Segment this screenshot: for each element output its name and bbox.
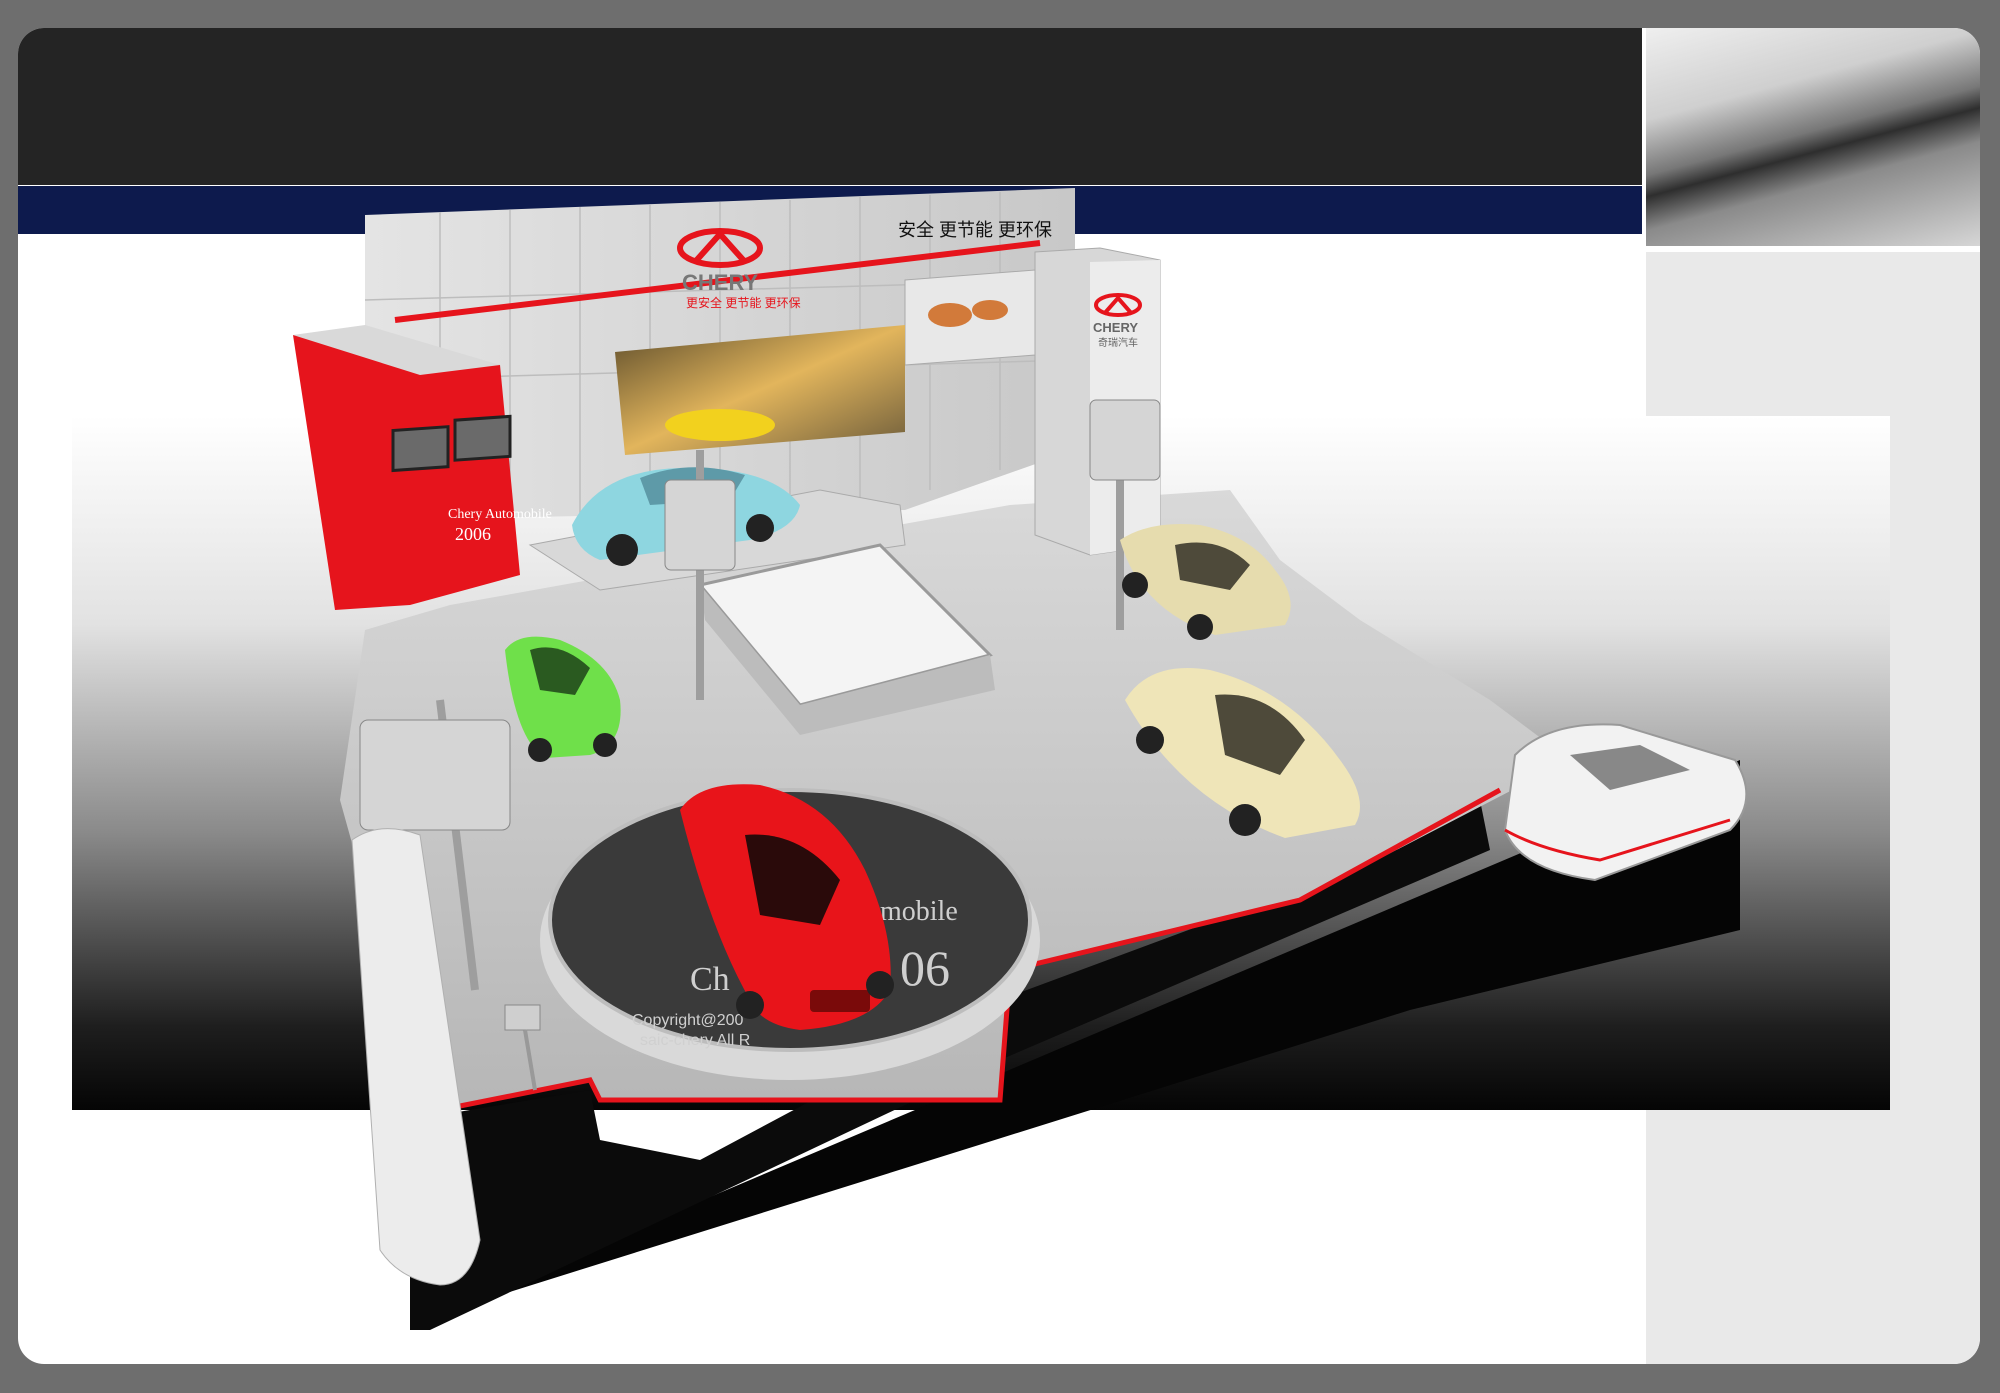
platform-text-1: Ch [690, 961, 730, 998]
booth-rendering: 安全 更节能 更环保 CHERY 更安全 更节能 更环保 Chery Autom… [293, 188, 1748, 1330]
platform-text-2: mobile [880, 896, 958, 927]
slogan-text: 安全 更节能 更环保 [898, 220, 1052, 240]
logo-subtext: 更安全 更节能 更环保 [686, 295, 801, 310]
booth-wall-text-1: Chery Automobile [448, 507, 552, 522]
tv-monitor-1 [391, 425, 450, 473]
pillar-logo-text: CHERY [1093, 320, 1138, 335]
logo-text: CHERY [682, 270, 759, 295]
mezzanine-chair-2 [972, 300, 1008, 320]
pillar-logo-sub: 奇瑞汽车 [1098, 336, 1138, 349]
info-kiosk [504, 1004, 541, 1031]
mezzanine-chair-1 [928, 303, 972, 327]
platform-text-3: 06 [900, 940, 950, 996]
booth-wall-text-2: 2006 [455, 524, 491, 544]
platform-copyright-2: saic-chery All R [640, 1032, 750, 1049]
screen-car [665, 409, 775, 441]
red-side-structure [293, 335, 520, 610]
tv-monitor-2 [453, 414, 512, 462]
platform-copyright-1: Copyright@200 [632, 1012, 744, 1029]
